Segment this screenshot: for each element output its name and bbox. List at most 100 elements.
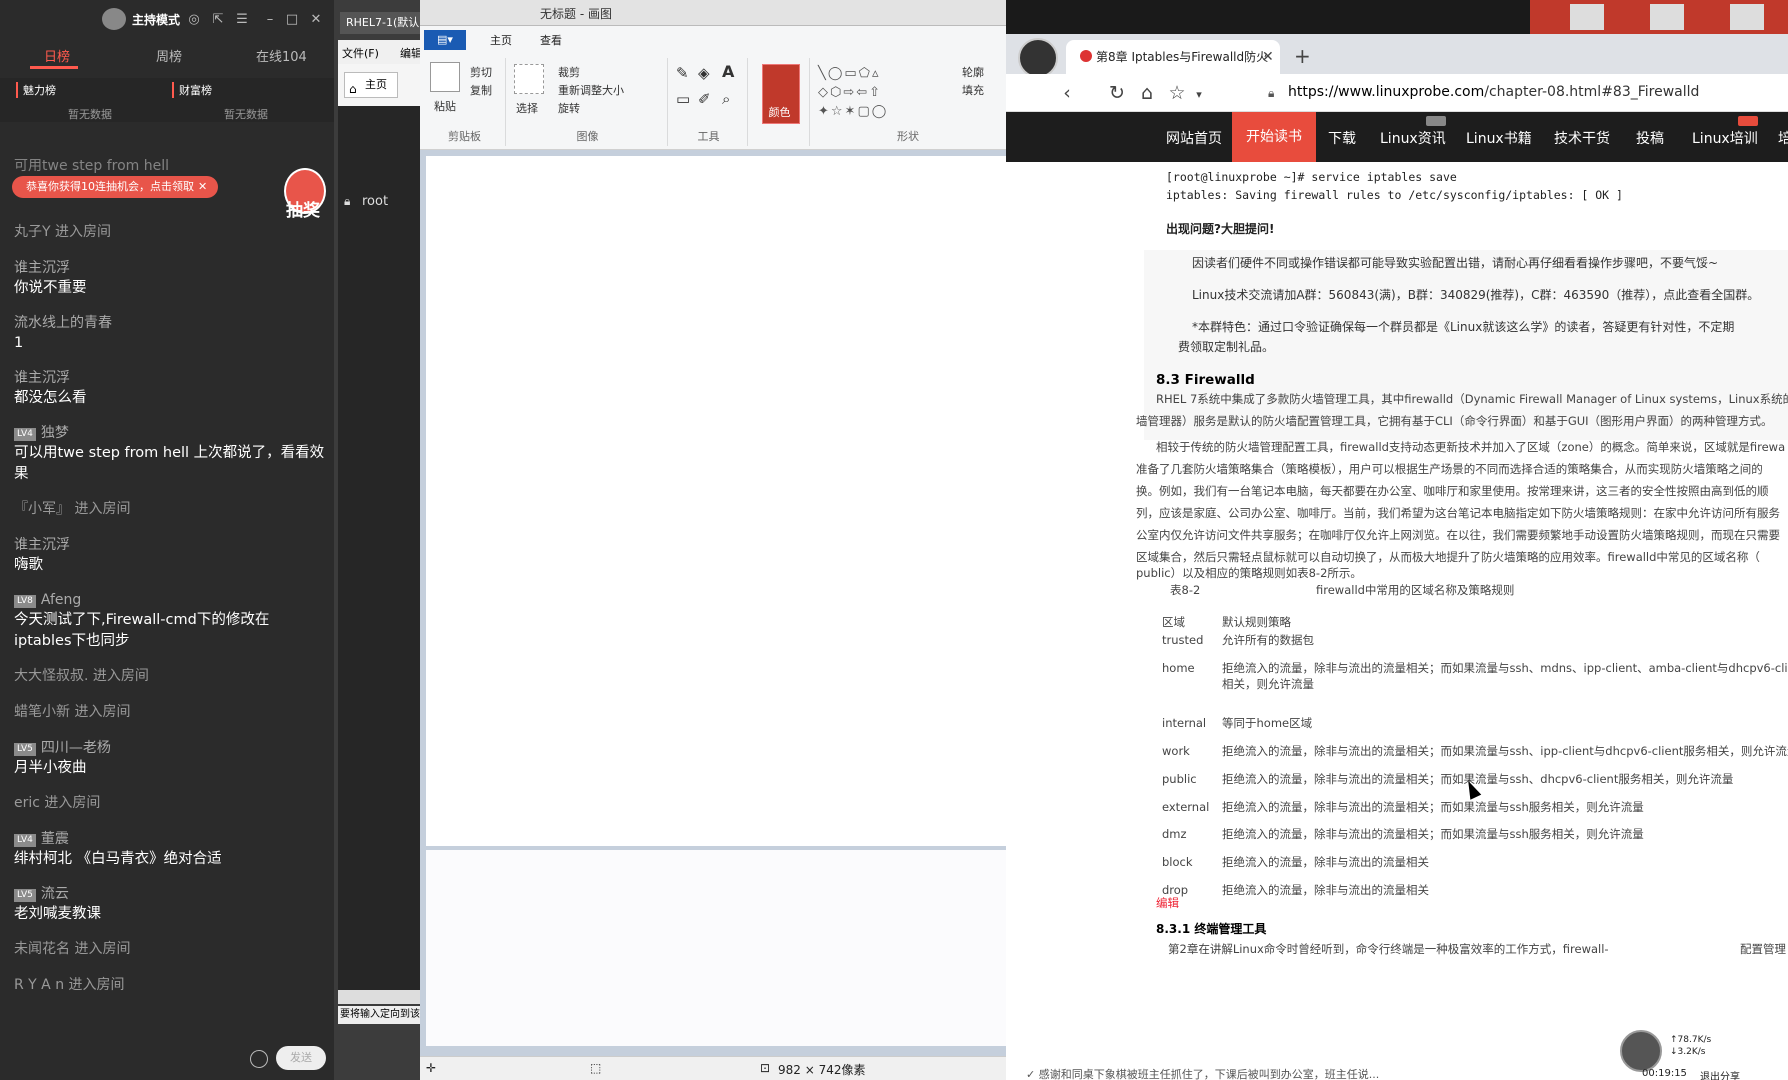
nav-hot-badge xyxy=(1738,116,1758,126)
bookmark-star-icon[interactable]: ☆ xyxy=(1166,82,1188,104)
table-cell-policy-cont: 相关，则允许流量 xyxy=(1222,677,1314,691)
fill-bucket-icon[interactable]: ◈ xyxy=(698,64,710,82)
chat-username[interactable]: 流水线上的青春 xyxy=(14,313,326,333)
home-icon[interactable]: ⌂ xyxy=(1136,82,1158,104)
lottery-banner[interactable]: 恭喜你获得10连抽机会，点击领取 xyxy=(12,176,218,198)
tab-daily-rank[interactable]: 日榜 xyxy=(44,46,70,65)
close-tab-icon[interactable]: ✕ xyxy=(1262,40,1274,74)
paste-icon[interactable] xyxy=(430,62,460,92)
menu-icon[interactable]: ☰ xyxy=(234,12,250,27)
nav-news[interactable]: Linux资讯 xyxy=(1380,128,1446,148)
paragraph: 第2章在讲解Linux命令时曾经听到，命令行终端是一种极富效率的工作方式，fir… xyxy=(1168,942,1609,956)
paste-button[interactable]: 粘贴 xyxy=(434,98,456,114)
share-timer: 00:19:15 xyxy=(1642,1068,1687,1079)
crop-button[interactable]: 裁剪 xyxy=(558,64,580,80)
chat-username[interactable]: LV5 流云 xyxy=(14,884,326,904)
chat-message: LV8 Afeng 今天测试了下,Firewall-cmd下的修改在iptables… xyxy=(14,590,326,652)
close-icon[interactable]: ✕ xyxy=(308,12,324,27)
paint-file-menu[interactable]: ▤▾ xyxy=(424,30,466,50)
copy-button[interactable]: 复制 xyxy=(470,82,492,98)
lottery-close-icon[interactable]: ✕ xyxy=(198,180,207,193)
fill-button[interactable]: 填充 xyxy=(962,82,984,98)
new-tab-icon[interactable]: + xyxy=(1294,44,1311,68)
paint-canvas-lower[interactable] xyxy=(426,850,1006,1046)
browser-tab[interactable]: 第8章 Iptables与Firewalld防火 ✕ xyxy=(1066,40,1280,74)
vm-scrollbar[interactable] xyxy=(338,990,424,1004)
table-cell-zone: internal xyxy=(1162,716,1207,730)
notice-qq-groups[interactable]: Linux技术交流请加A群：560843(满)，B群：340829(推荐)，C群… xyxy=(1192,286,1759,305)
window-thumbnail[interactable] xyxy=(1570,4,1604,30)
nav-tech[interactable]: 技术干货 xyxy=(1554,128,1610,148)
chat-username[interactable]: 谁主沉浮 xyxy=(14,368,326,388)
nav-submit[interactable]: 投稿 xyxy=(1636,128,1664,148)
browser-window: 第8章 Iptables与Firewalld防火 ✕ + ‹ ↻ ⌂ ☆ ▾ 🔒… xyxy=(1006,34,1788,1080)
tab-home[interactable]: 主页 xyxy=(490,32,512,48)
rotate-button[interactable]: 旋转 xyxy=(558,100,580,116)
chat-message-text: 1 xyxy=(14,335,24,351)
profile-avatar[interactable] xyxy=(1018,38,1058,78)
host-avatar[interactable] xyxy=(102,8,126,30)
vm-home-tab[interactable]: ⌂ 主页 xyxy=(344,72,398,98)
lock-icon: 🔒︎ xyxy=(344,194,351,208)
nav-training[interactable]: Linux培训 xyxy=(1692,128,1758,148)
vm-menu-file[interactable]: 文件(F) xyxy=(342,45,379,61)
select-icon[interactable] xyxy=(514,64,544,94)
chat-username[interactable]: LV4 独梦 xyxy=(14,423,326,443)
exit-share-button[interactable]: 退出分享 xyxy=(1700,1068,1740,1080)
chat-username[interactable]: LV4 董震 xyxy=(14,829,326,849)
nav-home[interactable]: 网站首页 xyxy=(1166,128,1222,148)
nav-download[interactable]: 下载 xyxy=(1328,128,1356,148)
minimize-icon[interactable]: – xyxy=(262,12,278,27)
charm-rank-label[interactable]: 魅力榜 xyxy=(16,82,56,98)
vm-window-title[interactable]: RHEL7-1(默认) xyxy=(340,12,424,34)
chat-username[interactable]: 谁主沉浮 xyxy=(14,535,326,555)
wealth-rank-label[interactable]: 财富榜 xyxy=(172,82,212,98)
popout-icon[interactable]: ⇱ xyxy=(210,12,226,27)
lottery-badge-label[interactable]: 抽奖 xyxy=(286,196,320,221)
tab-online[interactable]: 在线104 xyxy=(256,46,307,65)
chat-username[interactable]: 谁主沉浮 xyxy=(14,258,326,278)
reload-icon[interactable]: ↻ xyxy=(1106,82,1128,104)
cut-button[interactable]: 剪切 xyxy=(470,64,492,80)
edit-link[interactable]: 编辑 xyxy=(1156,894,1179,913)
chat-message-text: 绯村柯北 《白马青衣》绝对合适 xyxy=(14,851,222,867)
color-picker-icon[interactable]: ✐ xyxy=(698,90,711,108)
magnifier-icon[interactable]: ⌕ xyxy=(722,90,730,108)
tab-view[interactable]: 查看 xyxy=(540,32,562,48)
vm-menu-edit[interactable]: 编辑 xyxy=(400,45,422,61)
settings-icon[interactable]: ◎ xyxy=(186,12,202,27)
bookmark-dropdown-icon[interactable]: ▾ xyxy=(1188,88,1210,101)
chat-ghost-line: 可用twe step from hell xyxy=(14,158,170,174)
window-thumbnail[interactable] xyxy=(1730,4,1764,30)
send-button[interactable]: 发送 xyxy=(276,1046,326,1070)
window-thumbnail[interactable] xyxy=(1650,4,1684,30)
chat-username[interactable]: LV8 Afeng xyxy=(14,590,326,610)
maximize-icon[interactable]: □ xyxy=(284,12,300,27)
share-ball-icon[interactable] xyxy=(1620,1030,1662,1072)
emoji-icon[interactable] xyxy=(250,1050,268,1068)
url-field[interactable]: https://www.linuxprobe.com/chapter-08.ht… xyxy=(1288,80,1699,104)
vm-login-user[interactable]: root xyxy=(362,194,388,209)
text-tool-icon[interactable]: A xyxy=(722,62,734,81)
tab-weekly-rank[interactable]: 周榜 xyxy=(156,46,182,65)
select-button[interactable]: 选择 xyxy=(516,100,538,116)
wealth-rank-empty: 暂无数据 xyxy=(224,108,268,121)
level-badge: LV4 xyxy=(14,834,36,847)
vm-screen[interactable]: 🔒︎ root xyxy=(338,106,424,990)
resize-button[interactable]: 重新调整大小 xyxy=(558,82,624,98)
nav-read[interactable]: 开始读书 xyxy=(1232,112,1316,162)
chat-username-text: 谁主沉浮 xyxy=(14,537,70,553)
nav-books[interactable]: Linux书籍 xyxy=(1466,128,1532,148)
pencil-icon[interactable]: ✎ xyxy=(676,64,689,82)
table-header-zone: 区域 xyxy=(1162,615,1185,629)
shapes-gallery[interactable]: ╲◯▭⬠▵ ◇⬡⇨⇦⇧ ✦☆✶▢◯ xyxy=(818,64,968,121)
back-icon[interactable]: ‹ xyxy=(1056,82,1078,104)
danmu-line: ✓ 感谢和同桌下象棋被班主任抓住了，下课后被叫到办公室，班主任说... xyxy=(1026,1068,1380,1080)
chat-username-text: 董震 xyxy=(40,831,69,847)
level-badge: LV4 xyxy=(14,428,36,441)
paint-canvas[interactable] xyxy=(426,156,1006,846)
nav-more[interactable]: 培 xyxy=(1778,128,1788,148)
chat-username[interactable]: LV5 四川—老杨 xyxy=(14,738,326,758)
eraser-icon[interactable]: ▭ xyxy=(676,90,690,108)
outline-button[interactable]: 轮廓 xyxy=(962,64,984,80)
